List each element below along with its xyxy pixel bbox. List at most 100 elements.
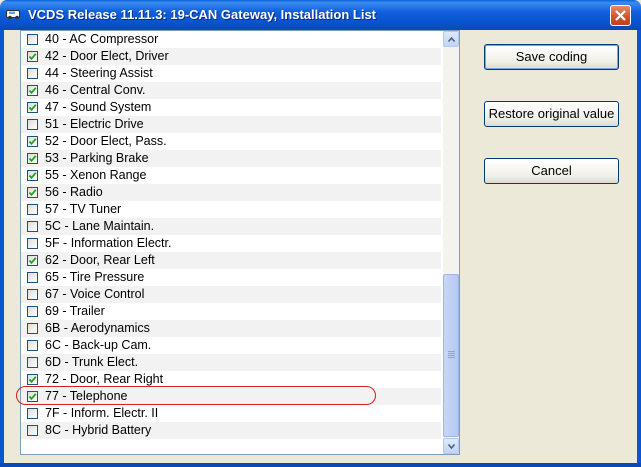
list-item[interactable]: 56 - Radio [21,184,441,201]
item-label: 69 - Trailer [45,304,105,318]
list-item[interactable]: 46 - Central Conv. [21,82,441,99]
chevron-up-icon [448,37,455,42]
list-item[interactable]: 67 - Voice Control [21,286,441,303]
installation-list[interactable]: 40 - AC Compressor 42 - Door Elect, Drive… [20,30,460,455]
item-label: 72 - Door, Rear Right [45,372,164,386]
scroll-down-button[interactable] [443,438,459,454]
item-checkbox[interactable] [27,34,38,45]
scroll-up-button[interactable] [443,31,459,47]
item-checkbox[interactable] [27,272,38,283]
list-item[interactable]: 40 - AC Compressor [21,31,441,48]
list-item[interactable]: 77 - Telephone [21,388,441,405]
close-icon [615,10,626,21]
item-checkbox[interactable] [27,136,38,147]
item-label: 44 - Steering Assist [45,66,153,80]
item-checkbox[interactable] [27,425,38,436]
item-label: 42 - Door Elect, Driver [45,49,169,63]
list-item[interactable]: 57 - TV Tuner [21,201,441,218]
item-label: 65 - Tire Pressure [45,270,145,284]
item-label: 8C - Hybrid Battery [45,423,152,437]
list-item[interactable]: 5F - Information Electr. [21,235,441,252]
item-label: 51 - Electric Drive [45,117,144,131]
item-checkbox[interactable] [27,68,38,79]
list-item[interactable]: 6D - Trunk Elect. [21,354,441,371]
list-item[interactable]: 51 - Electric Drive [21,116,441,133]
title-bar[interactable]: VCDS Release 11.11.3: 19-CAN Gateway, In… [0,0,641,30]
list-item[interactable]: 52 - Door Elect, Pass. [21,133,441,150]
item-label: 5F - Information Electr. [45,236,172,250]
item-label: 53 - Parking Brake [45,151,149,165]
item-checkbox[interactable] [27,255,38,266]
cancel-button[interactable]: Cancel [484,158,619,184]
item-checkbox[interactable] [27,221,38,232]
item-label: 7F - Inform. Electr. II [45,406,159,420]
close-button[interactable] [610,5,631,26]
item-label: 52 - Door Elect, Pass. [45,134,167,148]
item-checkbox[interactable] [27,374,38,385]
checkmark-icon [28,393,37,401]
window-frame-right [637,30,641,467]
item-label: 47 - Sound System [45,100,152,114]
item-checkbox[interactable] [27,187,38,198]
list-item[interactable]: 7F - Inform. Electr. II [21,405,441,422]
list-item[interactable]: 44 - Steering Assist [21,65,441,82]
item-checkbox[interactable] [27,289,38,300]
chevron-down-icon [448,444,455,449]
checkmark-icon [28,53,37,61]
item-label: 67 - Voice Control [45,287,145,301]
list-item[interactable]: 62 - Door, Rear Left [21,252,441,269]
list-item[interactable]: 5C - Lane Maintain. [21,218,441,235]
item-checkbox[interactable] [27,51,38,62]
checkmark-icon [28,376,37,384]
item-label: 6C - Back-up Cam. [45,338,152,352]
item-checkbox[interactable] [27,119,38,130]
item-label: 56 - Radio [45,185,103,199]
item-checkbox[interactable] [27,408,38,419]
list-item[interactable]: 47 - Sound System [21,99,441,116]
list-item[interactable]: 65 - Tire Pressure [21,269,441,286]
item-checkbox[interactable] [27,306,38,317]
scroll-thumb[interactable] [443,274,459,437]
item-label: 6D - Trunk Elect. [45,355,139,369]
checkmark-icon [28,138,37,146]
item-checkbox[interactable] [27,323,38,334]
item-label: 6B - Aerodynamics [45,321,150,335]
list-scrollbar[interactable] [443,31,459,454]
item-checkbox[interactable] [27,204,38,215]
item-label: 5C - Lane Maintain. [45,219,155,233]
checkmark-icon [28,172,37,180]
item-label: 57 - TV Tuner [45,202,122,216]
item-label: 77 - Telephone [45,389,128,403]
window-frame-left [0,30,4,467]
list-item[interactable]: 6B - Aerodynamics [21,320,441,337]
checkmark-icon [28,189,37,197]
list-item[interactable]: 69 - Trailer [21,303,441,320]
save-coding-button[interactable]: Save coding [484,44,619,70]
checkmark-icon [28,104,37,112]
list-item[interactable]: 6C - Back-up Cam. [21,337,441,354]
item-label: 46 - Central Conv. [45,83,146,97]
item-checkbox[interactable] [27,102,38,113]
list-item[interactable]: 8C - Hybrid Battery [21,422,441,439]
checkmark-icon [28,257,37,265]
list-item[interactable]: 53 - Parking Brake [21,150,441,167]
item-label: 55 - Xenon Range [45,168,147,182]
item-checkbox[interactable] [27,238,38,249]
list-item[interactable]: 72 - Door, Rear Right [21,371,441,388]
restore-original-value-button[interactable]: Restore original value [484,101,619,127]
grip-icon [448,351,455,359]
window-frame-bottom [0,463,641,467]
item-checkbox[interactable] [27,85,38,96]
item-checkbox[interactable] [27,153,38,164]
list-item[interactable]: 42 - Door Elect, Driver [21,48,441,65]
checkmark-icon [28,87,37,95]
app-icon [6,10,20,20]
item-checkbox[interactable] [27,357,38,368]
item-checkbox[interactable] [27,170,38,181]
item-label: 62 - Door, Rear Left [45,253,155,267]
checkmark-icon [28,155,37,163]
item-checkbox[interactable] [27,391,38,402]
window-title: VCDS Release 11.11.3: 19-CAN Gateway, In… [28,7,377,22]
list-item[interactable]: 55 - Xenon Range [21,167,441,184]
item-checkbox[interactable] [27,340,38,351]
